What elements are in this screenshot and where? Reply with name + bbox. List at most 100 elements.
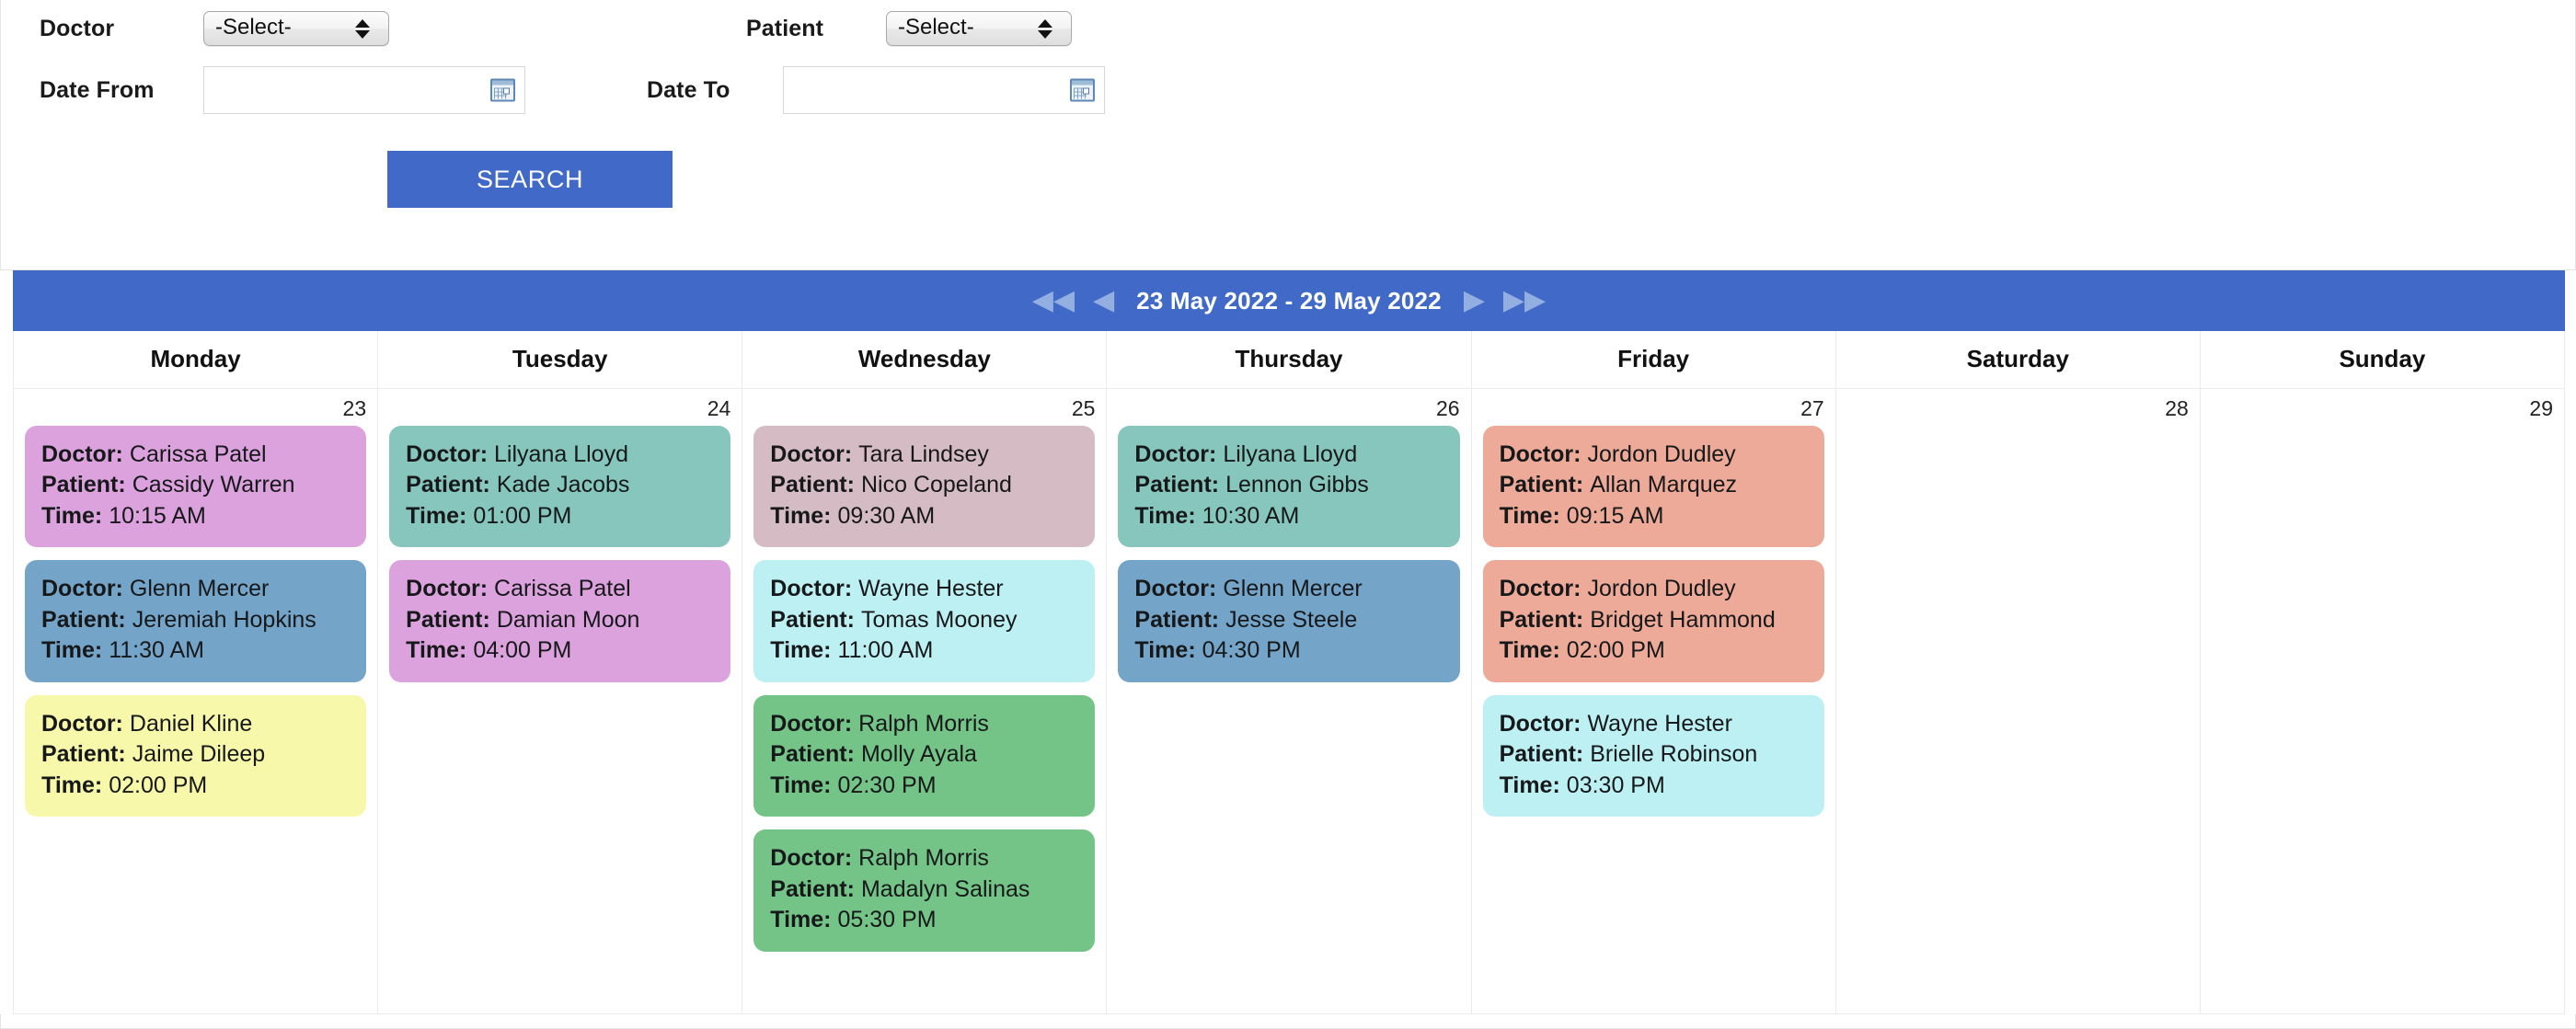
appointment-card[interactable]: Doctor:Carissa PatelPatient:Cassidy Warr… bbox=[25, 426, 366, 548]
appointment-patient-value: Lennon Gibbs bbox=[1225, 472, 1369, 497]
patient-select-value: -Select- bbox=[898, 17, 974, 39]
appointment-card[interactable]: Doctor:Daniel KlinePatient:Jaime DileepT… bbox=[25, 695, 366, 817]
appointment-doctor-label: Doctor: bbox=[406, 576, 488, 601]
appointment-time-line: Time:05:30 PM bbox=[770, 905, 1078, 936]
appointment-doctor-value: Carissa Patel bbox=[494, 576, 631, 601]
date-to-input[interactable] bbox=[783, 66, 1105, 114]
appointment-patient-label: Patient: bbox=[770, 607, 855, 633]
appointment-calendar-page: Doctor -Select- Patient -Select- Date Fr… bbox=[0, 0, 2576, 1022]
appointment-doctor-line: Doctor:Lilyana Lloyd bbox=[1134, 440, 1443, 471]
appointment-patient-line: Patient:Tomas Mooney bbox=[770, 605, 1078, 636]
appointment-patient-line: Patient:Jeremiah Hopkins bbox=[41, 605, 350, 636]
day-cell-tuesday[interactable]: 24Doctor:Lilyana LloydPatient:Kade Jacob… bbox=[378, 388, 742, 1013]
day-cell-monday[interactable]: 23 Doctor:Carissa PatelPatient:Cassidy Wa… bbox=[14, 388, 378, 1013]
day-cell-wednesday[interactable]: 25 Doctor:Tara LindseyPatient:Nico Copela… bbox=[742, 388, 1107, 1013]
appointment-time-label: Time: bbox=[1134, 503, 1195, 529]
appointment-time-line: Time:01:00 PM bbox=[406, 501, 714, 532]
appointment-time-value: 02:00 PM bbox=[1567, 637, 1665, 663]
search-button[interactable]: SEARCH bbox=[387, 151, 673, 208]
appointment-patient-line: Patient:Allan Marquez bbox=[1500, 470, 1808, 501]
day-cell-thursday[interactable]: 26Doctor:Lilyana LloydPatient:Lennon Gib… bbox=[1107, 388, 1471, 1013]
appointment-patient-line: Patient:Molly Ayala bbox=[770, 739, 1078, 771]
first-week-button[interactable]: ◀◀ bbox=[1023, 287, 1084, 314]
day-number: 25 bbox=[753, 398, 1095, 420]
appointment-doctor-label: Doctor: bbox=[770, 576, 852, 601]
appointment-patient-line: Patient:Bridget Hammond bbox=[1500, 605, 1808, 636]
last-week-button[interactable]: ▶▶ bbox=[1494, 287, 1555, 314]
appointment-time-line: Time:02:00 PM bbox=[41, 771, 350, 802]
appointment-doctor-label: Doctor: bbox=[406, 441, 488, 467]
appointment-doctor-line: Doctor:Glenn Mercer bbox=[41, 574, 350, 605]
appointment-time-label: Time: bbox=[770, 503, 831, 529]
day-number: 23 bbox=[25, 398, 366, 420]
appointment-doctor-label: Doctor: bbox=[41, 711, 123, 737]
appointment-card[interactable]: Doctor:Ralph MorrisPatient:Molly AyalaTi… bbox=[753, 695, 1095, 817]
appointment-doctor-label: Doctor: bbox=[1500, 576, 1581, 601]
appointment-doctor-label: Doctor: bbox=[770, 711, 852, 737]
appointment-doctor-label: Doctor: bbox=[41, 441, 123, 467]
appointment-card[interactable]: Doctor:Jordon DudleyPatient:Bridget Hamm… bbox=[1483, 560, 1824, 682]
day-header-saturday: Saturday bbox=[1835, 331, 2200, 388]
appointment-card[interactable]: Doctor:Jordon DudleyPatient:Allan Marque… bbox=[1483, 426, 1824, 548]
appointment-card[interactable]: Doctor:Ralph MorrisPatient:Madalyn Salin… bbox=[753, 829, 1095, 952]
appointment-doctor-line: Doctor:Jordon Dudley bbox=[1500, 574, 1808, 605]
appointment-card[interactable]: Doctor:Glenn MercerPatient:Jeremiah Hopk… bbox=[25, 560, 366, 682]
appointment-patient-value: Jaime Dileep bbox=[132, 741, 266, 767]
appointment-patient-label: Patient: bbox=[770, 876, 855, 902]
search-button-row: SEARCH bbox=[1, 123, 2575, 208]
next-week-button[interactable]: ▶ bbox=[1455, 287, 1494, 314]
appointment-time-value: 02:30 PM bbox=[838, 772, 937, 798]
appointment-doctor-value: Wayne Hester bbox=[1587, 711, 1731, 737]
calendar-icon[interactable] bbox=[1070, 79, 1095, 102]
appointment-card[interactable]: Doctor:Lilyana LloydPatient: Kade Jacobs T… bbox=[389, 426, 730, 548]
appointment-patient-value: Damian Moon bbox=[497, 607, 640, 633]
appointment-time-line: Time:10:15 AM bbox=[41, 501, 350, 532]
appointment-doctor-value: Jordon Dudley bbox=[1587, 441, 1735, 467]
day-header-wednesday: Wednesday bbox=[742, 331, 1107, 388]
appointment-card[interactable]: Doctor:Tara LindseyPatient:Nico Copeland… bbox=[753, 426, 1095, 548]
day-header-friday: Friday bbox=[1471, 331, 1835, 388]
patient-label: Patient bbox=[746, 16, 886, 42]
appointment-time-label: Time: bbox=[770, 907, 831, 932]
appointment-card[interactable]: Doctor:Glenn MercerPatient:Jesse SteeleT… bbox=[1118, 560, 1459, 682]
appointment-doctor-line: Doctor:Lilyana Lloyd bbox=[406, 440, 714, 471]
appointment-card[interactable]: Doctor:Carissa PatelPatient:Damian MoonT… bbox=[389, 560, 730, 682]
appointment-patient-label: Patient: bbox=[1500, 741, 1584, 767]
appointment-card[interactable]: Doctor:Wayne HesterPatient:Brielle Robin… bbox=[1483, 695, 1824, 817]
appointment-patient-label: Patient: bbox=[406, 472, 490, 497]
appointment-doctor-line: Doctor:Wayne Hester bbox=[1500, 709, 1808, 740]
appointment-time-line: Time:09:15 AM bbox=[1500, 501, 1808, 532]
appointment-card[interactable]: Doctor:Lilyana LloydPatient:Lennon Gibbs… bbox=[1118, 426, 1459, 548]
day-cell-friday[interactable]: 27Doctor:Jordon DudleyPatient:Allan Marq… bbox=[1471, 388, 1835, 1013]
appointment-doctor-value: Ralph Morris bbox=[858, 711, 989, 737]
date-from-label: Date From bbox=[40, 77, 203, 104]
appointment-time-line: Time:04:30 PM bbox=[1134, 635, 1443, 667]
previous-week-button[interactable]: ◀ bbox=[1084, 287, 1123, 314]
doctor-select-value: -Select- bbox=[215, 17, 292, 39]
appointment-doctor-label: Doctor: bbox=[1134, 576, 1216, 601]
chevron-updown-icon bbox=[355, 19, 370, 39]
appointment-time-label: Time: bbox=[770, 637, 831, 663]
calendar-icon[interactable] bbox=[490, 79, 515, 102]
patient-select[interactable]: -Select- bbox=[886, 11, 1072, 46]
appointment-doctor-line: Doctor:Wayne Hester bbox=[770, 574, 1078, 605]
appointment-patient-value: Jeremiah Hopkins bbox=[132, 607, 316, 633]
appointment-time-line: Time:03:30 PM bbox=[1500, 771, 1808, 802]
filter-row-dates: Date From Date To bbox=[1, 57, 2575, 123]
appointment-time-value: 04:30 PM bbox=[1202, 637, 1301, 663]
appointment-card[interactable]: Doctor:Wayne HesterPatient:Tomas MooneyT… bbox=[753, 560, 1095, 682]
date-from-input[interactable] bbox=[203, 66, 525, 114]
doctor-select[interactable]: -Select- bbox=[203, 11, 389, 46]
appointment-time-value: 11:30 AM bbox=[109, 637, 204, 663]
appointment-patient-label: Patient: bbox=[1134, 607, 1219, 633]
appointment-time-value: 02:00 PM bbox=[109, 772, 207, 798]
appointment-patient-value: Madalyn Salinas bbox=[861, 876, 1029, 902]
day-header-monday: Monday bbox=[14, 331, 378, 388]
appointment-doctor-line: Doctor:Carissa Patel bbox=[41, 440, 350, 471]
appointment-time-line: Time:04:00 PM bbox=[406, 635, 714, 667]
day-cell-sunday[interactable]: 29 bbox=[2200, 388, 2564, 1013]
appointment-time-label: Time: bbox=[1500, 503, 1560, 529]
appointment-patient-value: Kade Jacobs bbox=[497, 472, 630, 497]
day-cell-saturday[interactable]: 28 bbox=[1835, 388, 2200, 1013]
date-to-label: Date To bbox=[647, 77, 783, 104]
